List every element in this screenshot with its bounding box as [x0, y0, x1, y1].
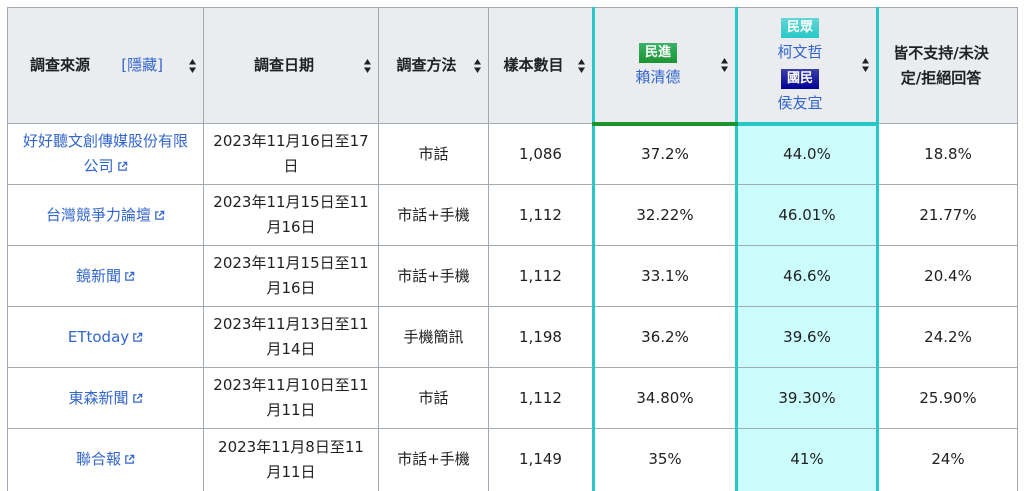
dpp-cell: 35%	[592, 428, 737, 491]
header-row: 調查來源 [隱藏] 調查日期 調查方法 樣本數目 民進 賴清德 民眾 柯文哲 國…	[7, 7, 1018, 126]
sample-cell: 1,112	[488, 245, 594, 307]
source-link[interactable]: 好好聽文創傳媒股份有限公司	[23, 132, 188, 175]
sort-icon[interactable]	[721, 57, 728, 72]
date-cell: 2023年11月13日至11月14日	[203, 306, 379, 368]
undecided-cell: 25.90%	[877, 367, 1018, 429]
sample-header-label: 樣本數目	[503, 56, 564, 74]
source-cell: 鏡新聞	[7, 245, 204, 307]
sample-cell: 1,149	[488, 428, 594, 491]
undecided-cell: 18.8%	[877, 123, 1018, 185]
dpp-cell: 37.2%	[592, 123, 737, 185]
source-cell: 聯合報	[7, 428, 204, 491]
col-header-method[interactable]: 調查方法	[378, 7, 489, 124]
date-cell: 2023年11月15日至11月16日	[203, 184, 379, 246]
dpp-cell: 33.1%	[592, 245, 737, 307]
col-header-undecided[interactable]: 皆不支持/未決 定/拒絕回答	[877, 7, 1018, 124]
source-cell: 台灣競爭力論壇	[7, 184, 204, 246]
date-cell: 2023年11月8日至11月11日	[203, 428, 379, 491]
source-link[interactable]: 鏡新聞	[76, 267, 121, 285]
table-row: ETtoday 2023年11月13日至11月14日 手機簡訊 1,198 36…	[7, 306, 1018, 368]
dpp-cell: 36.2%	[592, 306, 737, 368]
tpp-kmt-cell: 44.0%	[735, 123, 879, 185]
source-cell: ETtoday	[7, 306, 204, 368]
method-cell: 手機簡訊	[378, 306, 489, 368]
tpp-kmt-cell: 39.6%	[735, 306, 879, 368]
table-row: 鏡新聞 2023年11月15日至11月16日 市話+手機 1,112 33.1%…	[7, 245, 1018, 307]
date-header-label: 調查日期	[253, 56, 314, 74]
external-link-icon[interactable]	[124, 454, 135, 465]
tpp-kmt-cell: 41%	[735, 428, 879, 491]
undecided-header-line2: 定/拒絕回答	[900, 68, 982, 87]
undecided-cell: 24.2%	[877, 306, 1018, 368]
source-cell: 東森新聞	[7, 367, 204, 429]
undecided-cell: 21.77%	[877, 184, 1018, 246]
undecided-cell: 24%	[877, 428, 1018, 491]
sort-icon[interactable]	[578, 58, 585, 73]
undecided-cell: 20.4%	[877, 245, 1018, 307]
col-header-sample[interactable]: 樣本數目	[488, 7, 594, 124]
method-cell: 市話+手機	[378, 245, 489, 307]
external-link-icon[interactable]	[132, 393, 143, 404]
sort-icon[interactable]	[474, 58, 481, 73]
sort-icon[interactable]	[862, 57, 869, 72]
tpp-kmt-cell: 39.30%	[735, 367, 879, 429]
table-row: 台灣競爭力論壇 2023年11月15日至11月16日 市話+手機 1,112 3…	[7, 184, 1018, 246]
method-header-label: 調查方法	[396, 56, 457, 74]
sort-icon[interactable]	[189, 58, 196, 73]
source-header-label: 調查來源	[30, 56, 91, 74]
date-cell: 2023年11月10日至11月11日	[203, 367, 379, 429]
external-link-icon[interactable]	[132, 332, 143, 343]
dpp-cell: 32.22%	[592, 184, 737, 246]
kmt-party-badge: 國民	[780, 68, 819, 89]
tpp-kmt-cell: 46.6%	[735, 245, 879, 307]
col-header-tpp-kmt[interactable]: 民眾 柯文哲 國民 侯友宜	[735, 7, 879, 126]
external-link-icon[interactable]	[117, 161, 128, 172]
method-cell: 市話	[378, 367, 489, 429]
tpp-candidate-link[interactable]: 柯文哲	[777, 43, 822, 61]
source-link[interactable]: 台灣競爭力論壇	[46, 206, 151, 224]
hide-toggle-link[interactable]: [隱藏]	[121, 56, 163, 74]
sort-icon[interactable]	[364, 58, 371, 73]
dpp-candidate-link[interactable]: 賴清德	[635, 68, 680, 86]
source-cell: 好好聽文創傳媒股份有限公司	[7, 123, 204, 185]
sample-cell: 1,086	[488, 123, 594, 185]
dpp-party-badge: 民進	[638, 43, 677, 64]
col-header-dpp[interactable]: 民進 賴清德	[592, 7, 737, 126]
dpp-cell: 34.80%	[592, 367, 737, 429]
sample-cell: 1,112	[488, 367, 594, 429]
source-link[interactable]: 聯合報	[76, 450, 121, 468]
sample-cell: 1,112	[488, 184, 594, 246]
col-header-source[interactable]: 調查來源 [隱藏]	[7, 7, 204, 124]
external-link-icon[interactable]	[124, 271, 135, 282]
date-cell: 2023年11月16日至17日	[203, 123, 379, 185]
tpp-party-badge: 民眾	[780, 17, 819, 38]
source-link[interactable]: 東森新聞	[68, 389, 128, 407]
source-link[interactable]: ETtoday	[68, 328, 129, 346]
undecided-header-line1: 皆不支持/未決	[893, 43, 989, 62]
external-link-icon[interactable]	[154, 210, 165, 221]
tpp-kmt-cell: 46.01%	[735, 184, 879, 246]
table-row: 好好聽文創傳媒股份有限公司 2023年11月16日至17日 市話 1,086 3…	[7, 123, 1018, 185]
date-cell: 2023年11月15日至11月16日	[203, 245, 379, 307]
sample-cell: 1,198	[488, 306, 594, 368]
col-header-date[interactable]: 調查日期	[203, 7, 379, 124]
table-row: 聯合報 2023年11月8日至11月11日 市話+手機 1,149 35% 41…	[7, 428, 1018, 491]
kmt-candidate-link[interactable]: 侯友宜	[777, 94, 822, 112]
poll-table: 調查來源 [隱藏] 調查日期 調查方法 樣本數目 民進 賴清德 民眾 柯文哲 國…	[7, 7, 1018, 491]
method-cell: 市話+手機	[378, 184, 489, 246]
table-row: 東森新聞 2023年11月10日至11月11日 市話 1,112 34.80% …	[7, 367, 1018, 429]
method-cell: 市話+手機	[378, 428, 489, 491]
method-cell: 市話	[378, 123, 489, 185]
